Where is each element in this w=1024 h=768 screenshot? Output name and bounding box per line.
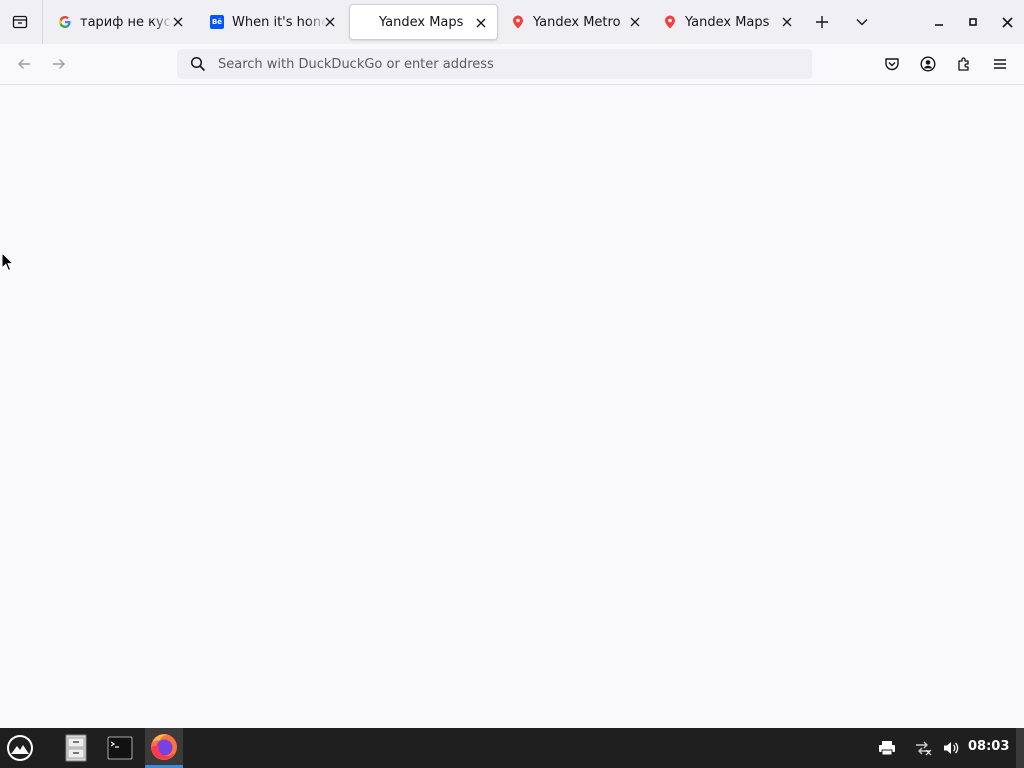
file-cabinet-icon — [65, 734, 87, 762]
minimize-icon — [935, 24, 943, 26]
search-icon — [190, 56, 206, 72]
close-window-button[interactable] — [993, 8, 1021, 36]
puzzle-piece-icon — [958, 57, 969, 71]
url-input[interactable] — [218, 56, 778, 72]
new-tab-button[interactable] — [808, 8, 836, 36]
tab-title: When it's honest — [232, 14, 326, 30]
mountain-logo-icon — [7, 735, 33, 761]
taskbar-clock[interactable]: 08:03 — [968, 739, 1009, 754]
behance-icon: Bē — [210, 15, 224, 29]
tab-title: тариф не кусается — [80, 14, 172, 30]
taskbar-file-manager[interactable] — [57, 728, 95, 768]
taskbar: 08:03 — [0, 728, 1024, 768]
terminal-icon — [107, 736, 133, 760]
close-icon — [325, 17, 335, 27]
printer-icon[interactable] — [877, 738, 897, 758]
plus-icon — [816, 16, 828, 28]
firefox-icon — [151, 733, 177, 760]
close-icon — [476, 18, 486, 28]
close-icon — [782, 17, 792, 27]
show-desktop-button[interactable] — [1016, 728, 1024, 768]
behance-icon-text: Bē — [211, 18, 223, 26]
tab-google-search[interactable]: тариф не кусается — [44, 4, 194, 40]
tab-bar: тариф не кусается Bē When it's honest Ya… — [0, 0, 1024, 44]
maximize-icon — [969, 18, 977, 26]
tab-behance[interactable]: Bē When it's honest — [196, 4, 346, 40]
close-icon — [1001, 16, 1013, 28]
close-tab-button[interactable] — [322, 14, 338, 30]
close-tab-button[interactable] — [627, 14, 643, 30]
arrow-left-icon — [18, 59, 30, 69]
pocket-icon — [885, 58, 899, 71]
google-icon — [58, 15, 72, 29]
back-button[interactable] — [10, 50, 38, 78]
list-all-tabs-button[interactable] — [848, 8, 876, 36]
firefox-view-button[interactable] — [4, 6, 36, 38]
mouse-cursor-icon — [1, 251, 15, 276]
app-menu-button[interactable] — [986, 50, 1014, 78]
close-icon — [173, 17, 183, 27]
arrow-right-icon — [53, 59, 65, 69]
account-icon — [920, 56, 936, 72]
tab-yandex-maps-active[interactable]: Yandex Maps — [349, 4, 498, 40]
network-disconnected-icon[interactable] — [913, 738, 933, 758]
yandex-pin-icon — [663, 15, 677, 29]
extensions-button[interactable] — [950, 50, 978, 78]
close-tab-button[interactable] — [170, 14, 186, 30]
chevron-down-icon — [856, 19, 868, 26]
address-bar[interactable] — [177, 49, 812, 79]
yandex-pin-icon — [511, 15, 525, 29]
maximize-window-button[interactable] — [959, 8, 987, 36]
taskbar-firefox[interactable] — [145, 728, 183, 768]
firefox-view-icon — [12, 15, 28, 29]
volume-icon[interactable] — [941, 738, 961, 758]
tab-yandex-maps[interactable]: Yandex Maps — [653, 4, 803, 40]
page-content[interactable] — [0, 85, 1024, 728]
pocket-button[interactable] — [878, 50, 906, 78]
close-tab-button[interactable] — [473, 15, 489, 31]
tab-separator — [42, 0, 43, 44]
start-menu-button[interactable] — [1, 728, 39, 768]
close-icon — [630, 17, 640, 27]
tab-yandex-metro[interactable]: Yandex Metro — [501, 4, 651, 40]
close-tab-button[interactable] — [779, 14, 795, 30]
account-button[interactable] — [914, 50, 942, 78]
navigation-toolbar — [0, 44, 1024, 85]
hamburger-menu-icon — [994, 59, 1006, 69]
forward-button[interactable] — [45, 50, 73, 78]
taskbar-terminal[interactable] — [101, 728, 139, 768]
minimize-window-button[interactable] — [925, 8, 953, 36]
